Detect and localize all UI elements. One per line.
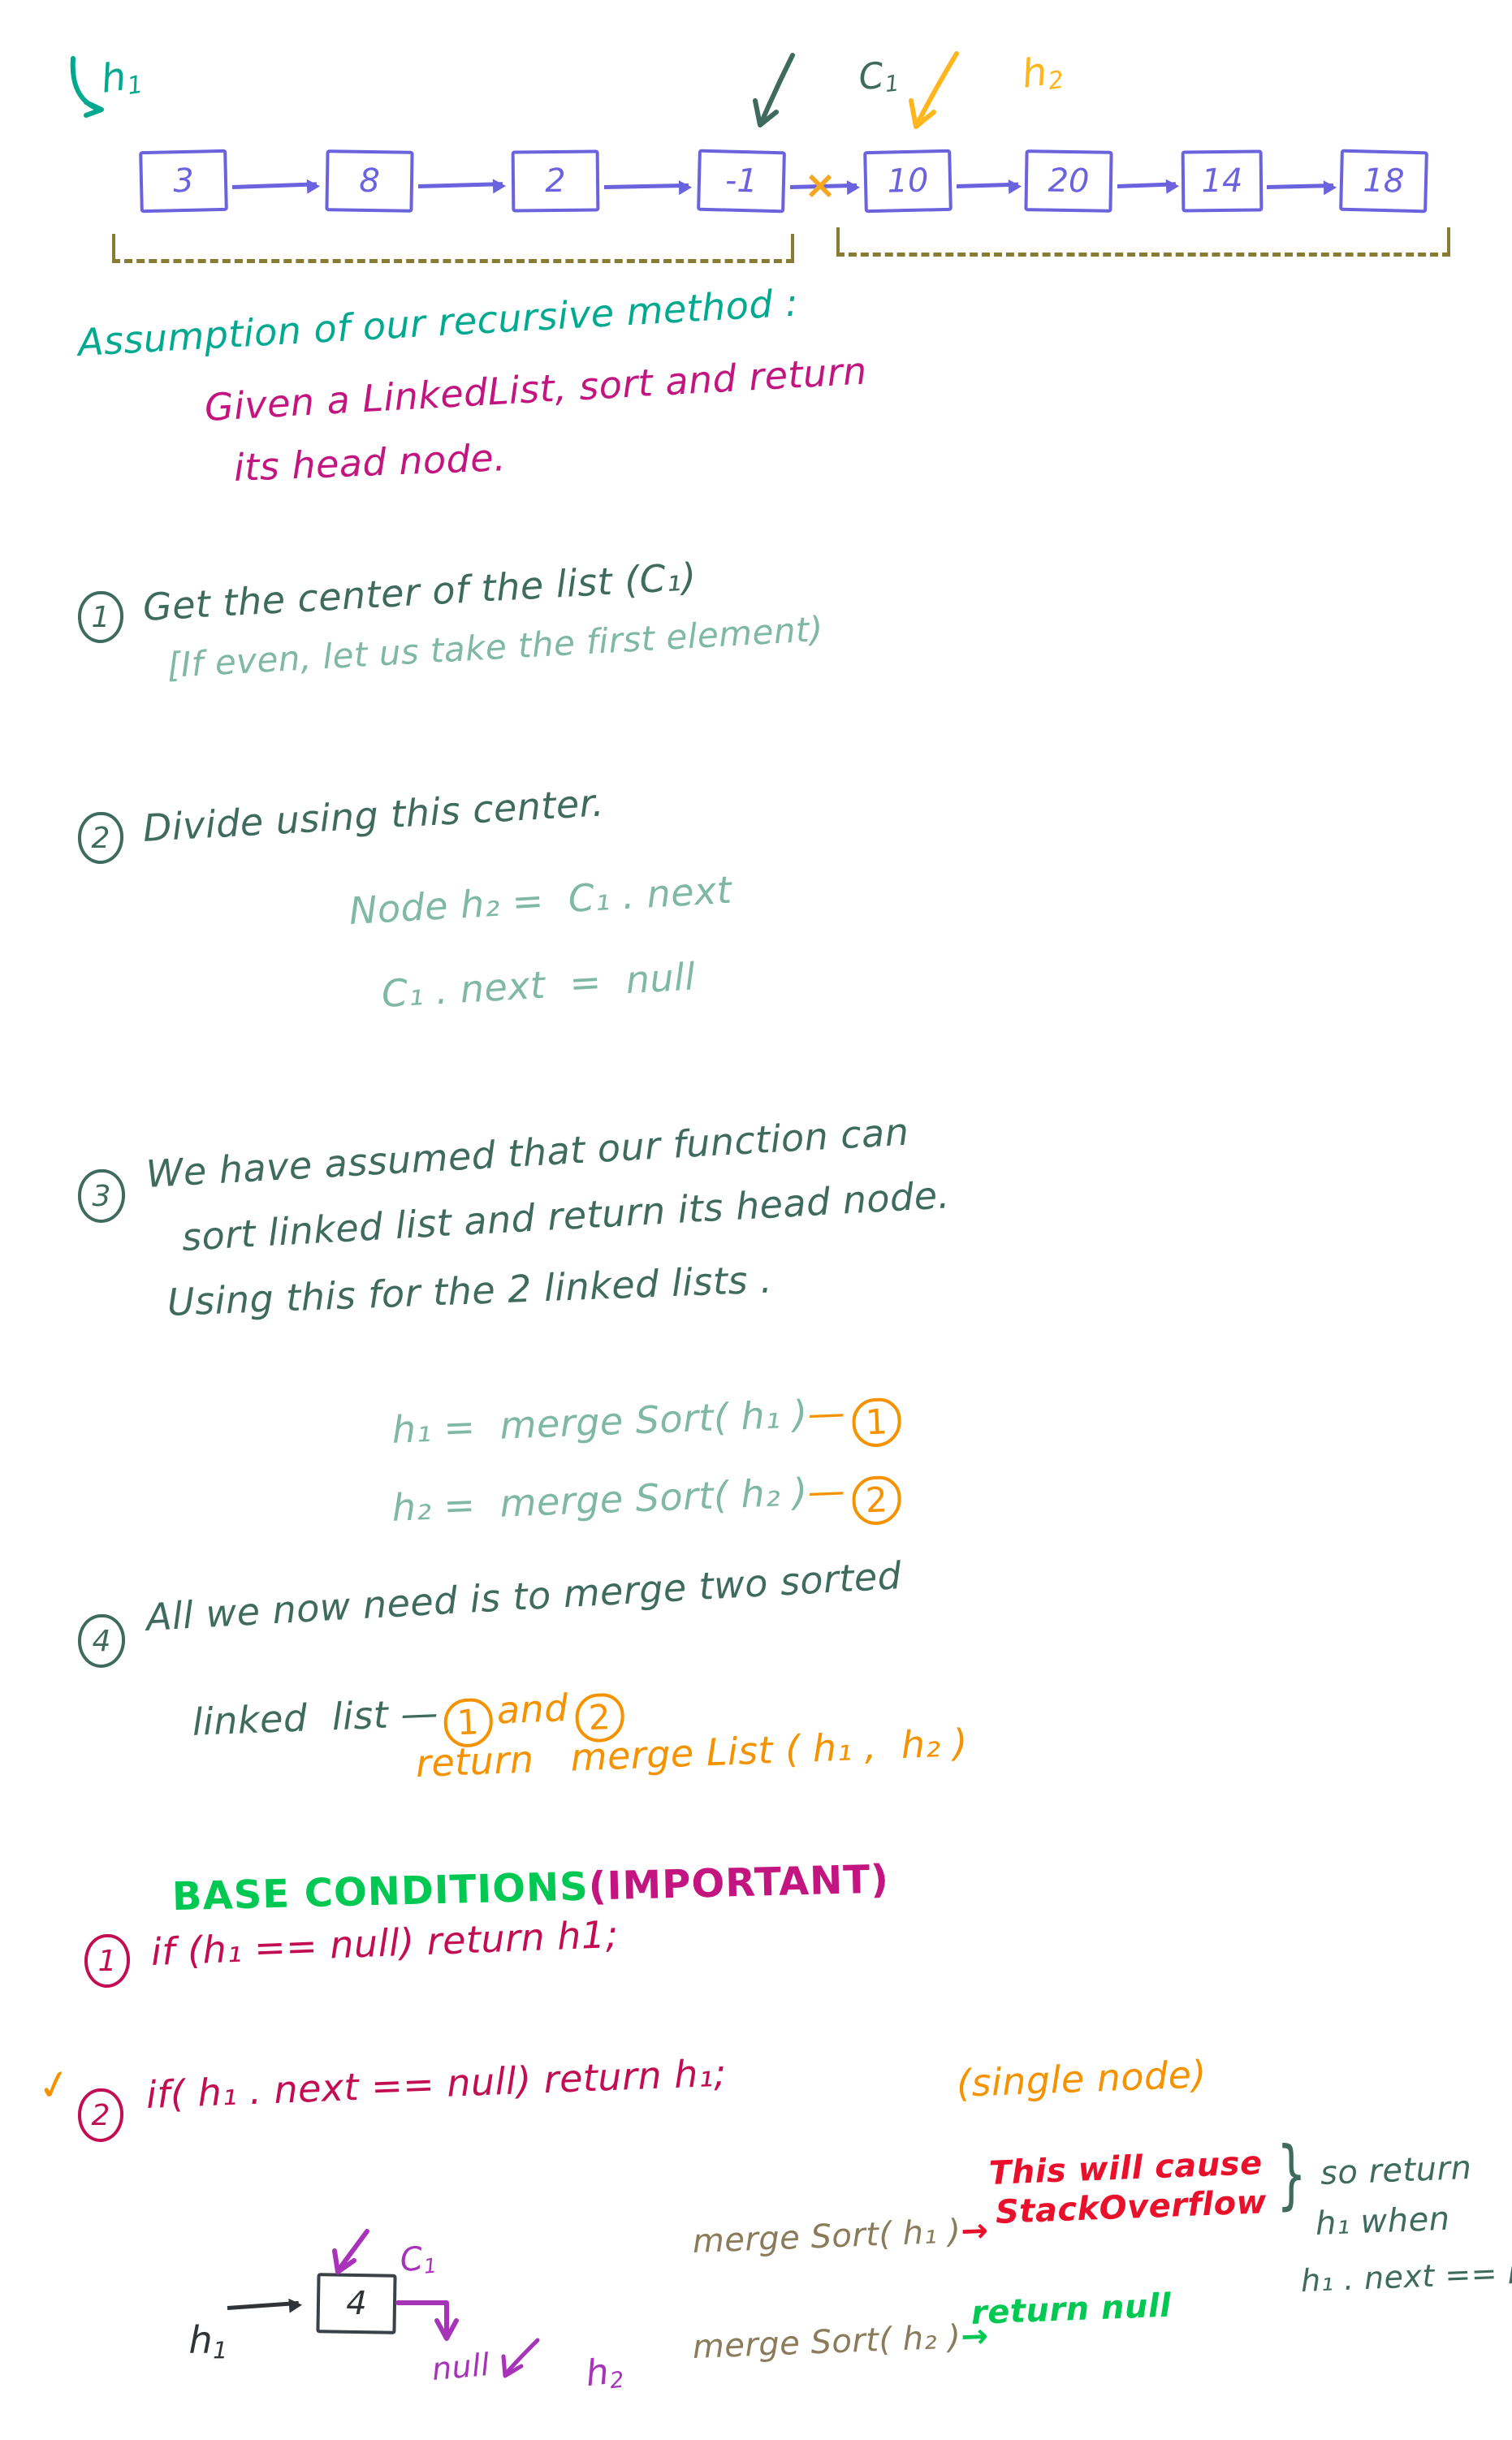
step-3-line-3: Using this for the 2 linked lists . bbox=[166, 1257, 774, 1324]
step-4-and-label: and bbox=[495, 1686, 569, 1733]
list-node-5: 20 bbox=[1024, 149, 1113, 213]
second-head-pointer-h2-arrow bbox=[909, 51, 959, 129]
base-condition-2-check-icon: ✓ bbox=[32, 2058, 76, 2112]
step-1-text: Get the center of the list (C₁) bbox=[141, 554, 698, 629]
base-condition-2-aside: (single node) bbox=[955, 2052, 1207, 2105]
assumption-line-2: its head node. bbox=[232, 435, 508, 490]
step-2-number: 2 bbox=[78, 812, 123, 864]
list-node-value: 18 bbox=[1362, 162, 1406, 201]
base-conditions-title: BASE CONDITIONS(IMPORTANT) bbox=[142, 1819, 890, 1920]
center-pointer-c1-label: C1 bbox=[857, 54, 901, 99]
list-node-value: 14 bbox=[1201, 162, 1243, 201]
base-condition-1-text: if (h₁ == null) return h1; bbox=[149, 1911, 620, 1974]
base-condition-1-number: 1 bbox=[84, 1934, 130, 1988]
bottom-call-1-arrow-icon: → bbox=[960, 2211, 990, 2251]
step-4-line-1: All we now need is to merge two sorted bbox=[145, 1553, 903, 1639]
bottom-center-c1-arrow bbox=[332, 2229, 369, 2274]
list-node-value: 3 bbox=[172, 162, 195, 201]
step-2-code-1: Node h₂ = C₁ . next bbox=[348, 867, 733, 933]
list-node-2: 2 bbox=[511, 149, 600, 213]
head-pointer-h1-arrow bbox=[70, 56, 104, 118]
list-node-value: -1 bbox=[724, 162, 758, 201]
bottom-conclusion-line-3: h₁ . next == null bbox=[1300, 2252, 1512, 2299]
bottom-result-2: return null bbox=[970, 2287, 1173, 2332]
bottom-call-2-text: merge Sort( h₂ ) bbox=[691, 2318, 962, 2366]
bottom-null-arrow bbox=[395, 2300, 459, 2341]
bottom-conclusion-line-1: so return bbox=[1320, 2148, 1473, 2192]
base-conditions-title-green: BASE CONDITIONS bbox=[171, 1863, 590, 1920]
list-node-1: 8 bbox=[325, 149, 414, 213]
step-2-code-2: C₁ . next = null bbox=[380, 954, 697, 1016]
bottom-second-head-h2-label: h2 bbox=[584, 2351, 626, 2395]
step-4-line-2-text: linked list — bbox=[191, 1691, 439, 1745]
list-node-value: 8 bbox=[358, 162, 381, 201]
link-cut-x-icon: × bbox=[804, 162, 837, 208]
step-1-number: 1 bbox=[78, 591, 123, 643]
bottom-brace-icon: } bbox=[1277, 2130, 1307, 2219]
right-half-bracket bbox=[836, 227, 1450, 257]
bottom-conclusion-line-2: h₁ when bbox=[1315, 2200, 1451, 2243]
list-link-4-5 bbox=[956, 182, 1019, 188]
base-conditions-title-magenta: (IMPORTANT) bbox=[588, 1856, 890, 1910]
step-4-number: 4 bbox=[78, 1614, 125, 1668]
bottom-call-1-text: merge Sort( h₁ ) bbox=[691, 2213, 962, 2261]
second-head-pointer-h2-label: h2 bbox=[1018, 49, 1066, 98]
list-node-value: 2 bbox=[545, 162, 566, 201]
step-2-text: Divide using this center. bbox=[141, 780, 606, 850]
step-3-code-2-lhs: h₂ = merge Sort( h₂ ) bbox=[391, 1470, 809, 1531]
list-link-2-3 bbox=[603, 183, 689, 189]
left-half-bracket bbox=[112, 234, 794, 263]
step-3-tag-2: 2 bbox=[851, 1475, 902, 1527]
bottom-head-h1-label: h1 bbox=[188, 2318, 228, 2364]
bottom-null-label: null bbox=[430, 2346, 491, 2388]
center-pointer-c1-arrow bbox=[753, 53, 795, 127]
assumption-line-1: Given a LinkedList, sort and return bbox=[203, 348, 868, 430]
bottom-result-1-line-2: StackOverflow bbox=[995, 2183, 1268, 2231]
list-link-0-1 bbox=[231, 182, 318, 189]
list-node-3: -1 bbox=[697, 149, 786, 214]
bottom-head-arrow bbox=[227, 2300, 299, 2310]
list-node-4: 10 bbox=[863, 149, 953, 214]
list-node-value: 20 bbox=[1048, 162, 1090, 201]
bottom-result-1-line-1: This will cause bbox=[988, 2144, 1264, 2192]
base-condition-2-number: 2 bbox=[78, 2088, 123, 2142]
bottom-call-1: merge Sort( h₁ )→ bbox=[648, 2179, 991, 2295]
step-3-code-1-dash: — bbox=[806, 1390, 847, 1436]
bottom-call-2: merge Sort( h₂ )→ bbox=[648, 2285, 991, 2400]
base-condition-2-text: if( h₁ . next == null) return h₁; bbox=[145, 2050, 728, 2117]
list-node-6: 14 bbox=[1181, 149, 1264, 213]
step-3-code-2: h₂ = merge Sort( h₂ )— 2 bbox=[365, 1430, 902, 1545]
list-link-5-6 bbox=[1117, 182, 1177, 188]
step-3-number: 3 bbox=[78, 1169, 125, 1223]
step-3-code-2-dash: — bbox=[806, 1468, 847, 1514]
list-node-0: 3 bbox=[139, 149, 228, 214]
list-node-7: 18 bbox=[1339, 149, 1428, 214]
bottom-second-head-h2-arrow bbox=[501, 2338, 540, 2378]
list-link-6-7 bbox=[1266, 183, 1334, 189]
list-node-value: 10 bbox=[887, 162, 929, 201]
list-link-1-2 bbox=[417, 182, 503, 188]
assumption-heading: Assumption of our recursive method : bbox=[76, 280, 800, 365]
